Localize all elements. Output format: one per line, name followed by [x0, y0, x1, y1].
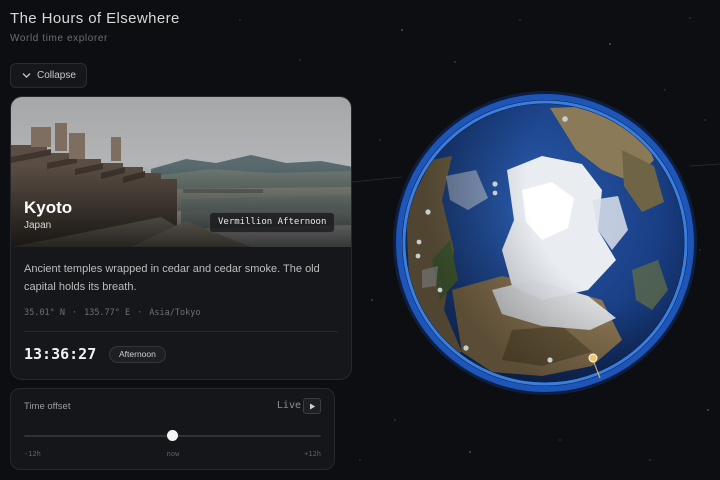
- app-title: The Hours of Elsewhere: [10, 10, 180, 27]
- app-subtitle: World time explorer: [10, 33, 108, 44]
- coordinates-line: 35.01° N · 135.77° E · Asia/Tokyo: [24, 308, 201, 318]
- play-icon: [309, 403, 315, 409]
- city-description: Ancient temples wrapped in cedar and ced…: [24, 263, 320, 293]
- slider-thumb[interactable]: [167, 430, 178, 441]
- city-marker[interactable]: [437, 287, 443, 293]
- city-info-card: Kyoto Japan Vermillion Afternoon Ancient…: [10, 96, 352, 380]
- city-marker[interactable]: [425, 209, 431, 215]
- city-marker[interactable]: [463, 345, 469, 351]
- latitude: 35.01° N: [24, 308, 65, 318]
- globe[interactable]: [392, 90, 698, 396]
- timezone: Asia/Tokyo: [149, 308, 201, 318]
- city-marker[interactable]: [562, 116, 568, 122]
- collapse-button-label: Collapse: [37, 70, 76, 81]
- chevron-down-icon: [22, 73, 31, 78]
- period-badge: Afternoon: [109, 346, 166, 363]
- city-marker[interactable]: [492, 190, 498, 196]
- collapse-button[interactable]: Collapse: [10, 63, 87, 88]
- local-time: 13:36:27: [24, 345, 97, 363]
- vibe-badge: Vermillion Afternoon: [209, 212, 336, 233]
- tick-max-label: +12h: [304, 450, 321, 458]
- time-offset-card: Time offset Live -12h now +12h: [10, 388, 335, 470]
- city-marker[interactable]: [492, 181, 498, 187]
- play-button[interactable]: [303, 398, 321, 414]
- card-divider: [24, 331, 338, 332]
- city-marker[interactable]: [547, 357, 553, 363]
- time-offset-slider[interactable]: [24, 430, 321, 441]
- tick-min-label: -12h: [24, 450, 41, 458]
- city-marker[interactable]: [415, 253, 421, 259]
- live-indicator: Live: [276, 400, 301, 411]
- tick-now-label: now: [166, 450, 180, 458]
- city-marker[interactable]: [416, 239, 422, 245]
- time-offset-label: Time offset: [24, 401, 71, 412]
- country-name: Japan: [24, 220, 52, 231]
- city-name: Kyoto: [24, 198, 73, 217]
- longitude: 135.77° E: [84, 308, 131, 318]
- selected-city-marker[interactable]: [588, 353, 598, 363]
